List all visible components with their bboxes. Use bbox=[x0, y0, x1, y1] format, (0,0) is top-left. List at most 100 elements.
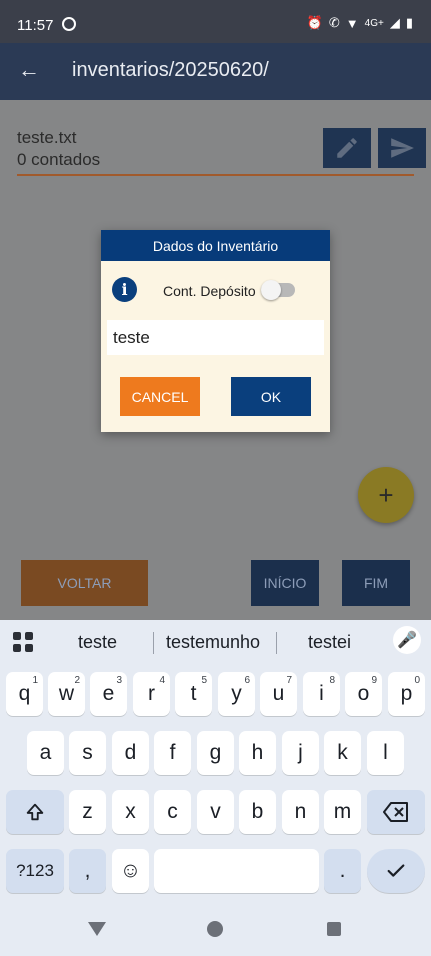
cancel-button[interactable]: CANCEL bbox=[120, 377, 200, 416]
key-s[interactable]: s bbox=[69, 731, 106, 775]
key-o[interactable]: 9o bbox=[345, 672, 382, 716]
key-u[interactable]: 7u bbox=[260, 672, 297, 716]
key-j[interactable]: j bbox=[282, 731, 319, 775]
shift-key[interactable] bbox=[6, 790, 64, 834]
key-m[interactable]: m bbox=[324, 790, 361, 834]
backspace-key[interactable] bbox=[367, 790, 425, 834]
key-i[interactable]: 8i bbox=[303, 672, 340, 716]
key-d[interactable]: d bbox=[112, 731, 149, 775]
key-number-hint: 0 bbox=[414, 675, 420, 686]
nav-home-icon[interactable] bbox=[207, 921, 223, 937]
key-y[interactable]: 6y bbox=[218, 672, 255, 716]
add-fab-button[interactable]: + bbox=[358, 467, 414, 523]
divider bbox=[17, 174, 414, 176]
key-x[interactable]: x bbox=[112, 790, 149, 834]
wifi-icon: ▼ bbox=[345, 15, 359, 31]
key-label: e bbox=[102, 682, 115, 705]
key-label: q bbox=[18, 682, 31, 705]
key-t[interactable]: 5t bbox=[175, 672, 212, 716]
inventory-dialog: Dados do Inventário i Cont. Depósito tes… bbox=[101, 230, 330, 432]
file-count: 0 contados bbox=[17, 150, 101, 169]
dialog-title: Dados do Inventário bbox=[101, 230, 330, 261]
deposit-toggle[interactable] bbox=[261, 280, 295, 300]
end-button[interactable]: FIM bbox=[342, 560, 410, 606]
ok-button[interactable]: OK bbox=[231, 377, 311, 416]
back-button[interactable]: VOLTAR bbox=[21, 560, 148, 606]
key-number-hint: 2 bbox=[74, 675, 80, 686]
key-w[interactable]: 2w bbox=[48, 672, 85, 716]
call-icon: ✆ bbox=[328, 15, 340, 30]
status-icons: ⏰ ✆ ▼ 4G+ ◢ ▮ bbox=[307, 15, 413, 31]
key-v[interactable]: v bbox=[197, 790, 234, 834]
key-number-hint: 7 bbox=[286, 675, 292, 686]
period-key[interactable]: . bbox=[324, 849, 361, 893]
pencil-icon bbox=[337, 138, 357, 158]
key-k[interactable]: k bbox=[324, 731, 361, 775]
toggle-label: Cont. Depósito bbox=[163, 283, 256, 299]
key-a[interactable]: a bbox=[27, 731, 64, 775]
key-b[interactable]: b bbox=[239, 790, 276, 834]
suggestion-divider bbox=[153, 632, 154, 654]
suggestion[interactable]: teste bbox=[78, 632, 117, 653]
key-number-hint: 4 bbox=[159, 675, 165, 686]
key-number-hint: 8 bbox=[329, 675, 335, 686]
start-button[interactable]: INÍCIO bbox=[251, 560, 319, 606]
app-notification-icon bbox=[62, 17, 76, 31]
key-number-hint: 1 bbox=[32, 675, 38, 686]
suggestion[interactable]: testemunho bbox=[166, 632, 260, 653]
battery-icon: ▮ bbox=[405, 15, 413, 30]
key-r[interactable]: 4r bbox=[133, 672, 170, 716]
key-label: y bbox=[231, 682, 242, 705]
symbols-key[interactable]: ?123 bbox=[6, 849, 64, 893]
network-type-label: 4G+ bbox=[364, 17, 384, 29]
key-number-hint: 9 bbox=[371, 675, 377, 686]
key-label: o bbox=[357, 682, 370, 705]
key-z[interactable]: z bbox=[69, 790, 106, 834]
key-label: w bbox=[58, 682, 75, 705]
key-p[interactable]: 0p bbox=[388, 672, 425, 716]
key-e[interactable]: 3e bbox=[90, 672, 127, 716]
key-h[interactable]: h bbox=[239, 731, 276, 775]
send-button[interactable] bbox=[378, 128, 426, 168]
microphone-icon[interactable]: 🎤 bbox=[393, 626, 421, 654]
inventory-name-input[interactable]: teste bbox=[107, 320, 324, 355]
key-f[interactable]: f bbox=[154, 731, 191, 775]
alarm-icon: ⏰ bbox=[306, 15, 323, 30]
key-label: t bbox=[190, 682, 197, 705]
space-key[interactable] bbox=[154, 849, 319, 893]
system-nav-bar bbox=[0, 904, 431, 956]
suggestion-divider bbox=[276, 632, 277, 654]
key-label: r bbox=[148, 682, 155, 705]
key-g[interactable]: g bbox=[197, 731, 234, 775]
key-number-hint: 6 bbox=[244, 675, 250, 686]
status-time: 11:57 bbox=[17, 17, 54, 34]
send-icon bbox=[391, 138, 414, 158]
app-bar: ← inventarios/20250620/ bbox=[0, 43, 431, 100]
checkmark-icon bbox=[387, 864, 405, 877]
back-arrow-icon[interactable]: ← bbox=[18, 57, 40, 83]
key-l[interactable]: l bbox=[367, 731, 404, 775]
info-icon: i bbox=[112, 277, 137, 302]
key-number-hint: 3 bbox=[116, 675, 122, 686]
key-number-hint: 5 bbox=[201, 675, 207, 686]
nav-recents-icon[interactable] bbox=[327, 922, 341, 936]
key-n[interactable]: n bbox=[282, 790, 319, 834]
shift-icon bbox=[26, 803, 44, 821]
suggestion[interactable]: testei bbox=[308, 632, 351, 653]
file-name: teste.txt bbox=[17, 128, 77, 147]
key-c[interactable]: c bbox=[154, 790, 191, 834]
nav-back-icon[interactable] bbox=[88, 922, 106, 936]
key-q[interactable]: 1q bbox=[6, 672, 43, 716]
page-title: inventarios/20250620/ bbox=[72, 59, 269, 81]
comma-key[interactable]: , bbox=[69, 849, 106, 893]
apps-grid-icon[interactable] bbox=[13, 632, 33, 652]
edit-button[interactable] bbox=[323, 128, 371, 168]
key-label: i bbox=[319, 682, 324, 705]
backspace-icon bbox=[383, 802, 408, 822]
signal-icon: ◢ bbox=[389, 15, 400, 30]
emoji-key[interactable]: ☺ bbox=[112, 849, 149, 893]
toggle-knob bbox=[261, 280, 281, 300]
key-label: p bbox=[400, 682, 413, 705]
enter-key[interactable] bbox=[367, 849, 425, 893]
key-label: u bbox=[272, 682, 285, 705]
